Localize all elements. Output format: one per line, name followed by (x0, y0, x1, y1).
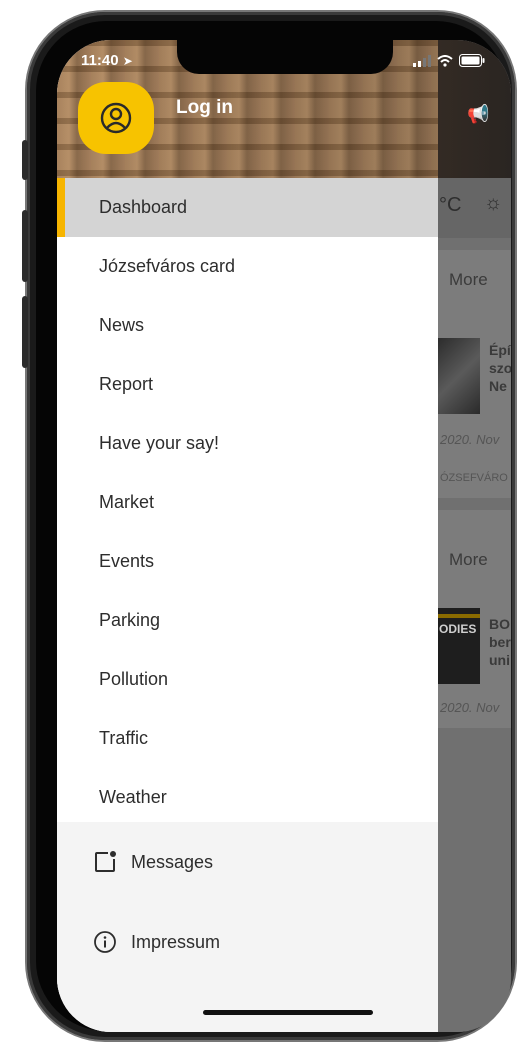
home-indicator[interactable] (203, 1010, 373, 1015)
login-link[interactable]: Log in (176, 97, 233, 119)
more-link: More (449, 550, 488, 569)
megaphone-icon: 📢 (467, 104, 490, 124)
menu-item-have-your-say[interactable]: Have your say! (57, 414, 438, 473)
info-icon (94, 931, 116, 953)
status-indicators (413, 54, 485, 67)
messages-icon (95, 851, 116, 872)
camera-notch (177, 40, 393, 74)
user-icon (100, 102, 132, 134)
menu-item-jozsefvaros-card[interactable]: Józsefváros card (57, 237, 438, 296)
menu-item-weather[interactable]: Weather (57, 768, 438, 827)
menu-item-news[interactable]: News (57, 296, 438, 355)
messages-label: Messages (131, 851, 214, 872)
menu-item-market[interactable]: Market (57, 473, 438, 532)
menu-item-dashboard[interactable]: Dashboard (57, 178, 438, 237)
signal-icon (413, 54, 431, 67)
location-arrow-icon: ➤ (122, 54, 133, 68)
thumbnail-bar (438, 614, 480, 618)
news-thumbnail: ODIES (438, 608, 480, 684)
news-title-line: Ne (489, 378, 507, 394)
news-thumbnail (438, 338, 480, 414)
mute-switch (22, 140, 28, 180)
menu-item-parking[interactable]: Parking (57, 591, 438, 650)
drawer-footer: Messages Impressum (57, 822, 438, 1032)
news-source: ÓZSEFVÁRO (440, 472, 508, 484)
news-title-line: Épí (489, 342, 511, 358)
menu-item-report[interactable]: Report (57, 355, 438, 414)
wifi-icon (437, 54, 453, 67)
status-time-text: 11:40 (81, 52, 119, 69)
volume-up-button (22, 210, 28, 282)
impressum-label: Impressum (131, 931, 221, 952)
screen: 📢 °C ☼ More Épí szo Ne 2020. Nov ÓZSEFVÁ… (57, 40, 511, 1032)
temp-unit: °C (439, 194, 462, 216)
news-date: 2020. Nov (440, 432, 500, 447)
sun-icon: ☼ (484, 192, 503, 214)
news-date: 2020. Nov (440, 700, 500, 715)
news-title-line: uni (489, 652, 510, 668)
messages-item[interactable]: Messages (93, 842, 213, 882)
battery-icon (459, 54, 485, 67)
menu-item-traffic[interactable]: Traffic (57, 709, 438, 768)
more-link: More (449, 270, 488, 289)
news-title-line: ber (489, 634, 511, 650)
thumbnail-text: ODIES (439, 622, 477, 636)
login-avatar-button[interactable] (78, 82, 154, 154)
impressum-item[interactable]: Impressum (93, 922, 220, 962)
navigation-drawer: Log in Dashboard Józsefváros card News R… (57, 40, 438, 1032)
menu-item-events[interactable]: Events (57, 532, 438, 591)
news-title-line: BO (489, 616, 510, 632)
menu-item-pollution[interactable]: Pollution (57, 650, 438, 709)
drawer-menu: Dashboard Józsefváros card News Report H… (57, 178, 438, 827)
status-time: 11:40 ➤ (81, 52, 133, 69)
volume-down-button (22, 296, 28, 368)
news-title-line: szo (489, 360, 511, 376)
